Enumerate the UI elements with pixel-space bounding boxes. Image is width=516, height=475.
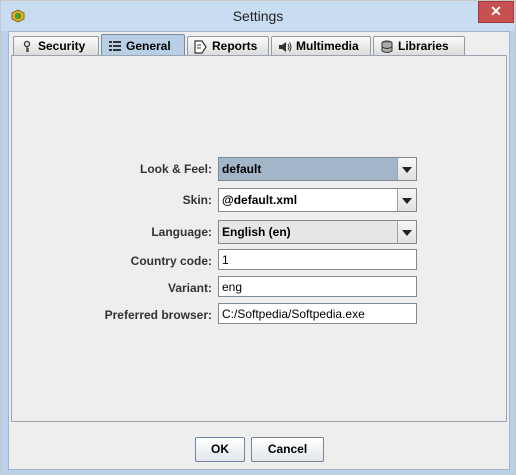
window-title: Settings [232,8,284,24]
look-and-feel-label: Look & Feel: [139,162,212,176]
speaker-icon [279,42,292,52]
look-and-feel-select[interactable]: default [218,157,417,181]
settings-list-icon [109,41,121,51]
cancel-button[interactable]: Cancel [251,437,324,462]
preferred-browser-field[interactable]: C:/Softpedia/Softpedia.exe [218,303,417,324]
language-select[interactable]: English (en) [218,220,417,244]
preferred-browser-label: Preferred browser: [104,308,212,322]
country-code-label: Country code: [130,254,212,268]
chevron-down-icon[interactable] [397,189,416,211]
skin-value: @default.xml [222,193,298,207]
tab-label: Multimedia [296,39,359,53]
close-button[interactable]: ✕ [478,1,514,23]
chevron-down-icon[interactable] [397,158,416,180]
settings-window: Settings ✕ Security General Reports Mult… [0,0,516,475]
language-value: English (en) [222,225,291,239]
language-label: Language: [151,225,212,239]
report-icon [194,40,207,54]
skin-label: Skin: [182,193,212,207]
tab-label: General [126,39,171,53]
tab-reports[interactable]: Reports [187,36,269,55]
title-bar[interactable]: Settings ✕ [1,1,515,31]
tab-libraries[interactable]: Libraries [373,36,465,55]
country-code-field[interactable]: 1 [218,249,417,270]
dialog-body: Security General Reports Multimedia Libr… [8,31,510,470]
database-icon [381,40,393,53]
tab-multimedia[interactable]: Multimedia [271,36,371,55]
tab-general[interactable]: General [101,34,185,56]
skin-select[interactable]: @default.xml [218,188,417,212]
ok-button[interactable]: OK [195,437,245,462]
general-panel: Look & Feel: default Skin: @default.xml … [11,55,507,422]
key-icon [23,40,31,52]
tab-security[interactable]: Security [13,36,99,55]
tab-label: Reports [212,39,258,53]
tab-label: Security [38,39,86,53]
close-icon: ✕ [490,3,502,19]
chevron-down-icon[interactable] [397,221,416,243]
look-and-feel-value: default [222,162,262,176]
variant-field[interactable]: eng [218,276,417,297]
tab-label: Libraries [398,39,449,53]
variant-label: Variant: [167,281,212,295]
